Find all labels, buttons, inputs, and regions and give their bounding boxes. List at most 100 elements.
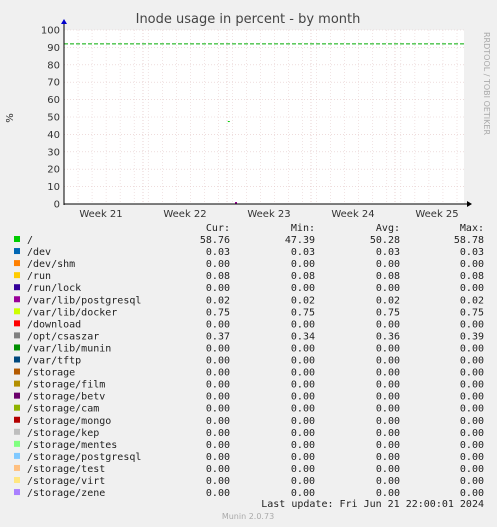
y-tick-label: 90: [47, 43, 60, 54]
legend-value-cur: 0.37: [206, 331, 230, 342]
x-tick-label: Week 23: [247, 209, 290, 220]
legend-series-name: /opt/csaszar: [27, 331, 99, 342]
legend-value-cur: 58.76: [200, 235, 230, 246]
legend-value-max: 0.00: [460, 476, 484, 487]
legend-header: Min:: [291, 223, 315, 234]
legend-series-name: /storage/film: [27, 380, 105, 391]
legend-value-avg: 0.00: [376, 392, 400, 403]
legend: Cur: Min: Avg: Max: / 58.76 47.39 50.28 58.78/de…: [14, 223, 484, 499]
legend-swatch: [14, 392, 20, 399]
legend-swatch: [14, 320, 20, 327]
legend-value-min: 0.00: [291, 488, 315, 499]
legend-swatch: [14, 356, 20, 363]
legend-value-min: 0.00: [291, 428, 315, 439]
legend-swatch: [14, 344, 20, 351]
legend-header: Cur:: [206, 223, 230, 234]
legend-value-min: 0.08: [291, 271, 315, 282]
x-tick-label: Week 21: [79, 209, 122, 220]
legend-series-name: /run: [27, 271, 51, 282]
legend-value-min: 0.00: [291, 452, 315, 463]
legend-series-name: /var/lib/docker: [27, 307, 117, 318]
legend-value-cur: 0.75: [206, 307, 230, 318]
legend-value-min: 0.75: [291, 307, 315, 318]
legend-value-avg: 0.03: [376, 247, 400, 258]
legend-swatch: [14, 416, 20, 423]
legend-swatch: [14, 404, 20, 411]
legend-swatch: [14, 284, 20, 291]
legend-value-cur: 0.00: [206, 440, 230, 451]
legend-value-avg: 0.00: [376, 343, 400, 354]
munin-version: Munin 2.0.73: [222, 512, 274, 521]
legend-value-avg: 0.00: [376, 476, 400, 487]
y-tick-label: 40: [47, 130, 60, 141]
legend-value-max: 0.00: [460, 343, 484, 354]
y-tick-label: 80: [47, 60, 60, 71]
rrdtool-side-label: RRDTOOL / TOBI OETIKER: [482, 32, 491, 135]
legend-value-min: 47.39: [285, 235, 315, 246]
legend-value-cur: 0.00: [206, 488, 230, 499]
legend-value-max: 0.75: [460, 307, 484, 318]
legend-value-max: 0.00: [460, 488, 484, 499]
legend-value-cur: 0.00: [206, 343, 230, 354]
y-tick-label: 60: [47, 95, 60, 106]
x-axis-arrow: [467, 201, 472, 207]
legend-value-avg: 0.00: [376, 368, 400, 379]
legend-series-name: /var/lib/munin: [27, 343, 111, 354]
y-tick-label: 30: [47, 147, 60, 158]
legend-value-max: 58.78: [454, 235, 484, 246]
legend-series-name: /dev: [27, 247, 51, 258]
legend-value-avg: 0.00: [376, 404, 400, 415]
legend-swatch: [14, 332, 20, 339]
legend-value-cur: 0.00: [206, 392, 230, 403]
legend-value-max: 0.39: [460, 331, 484, 342]
legend-header: Max:: [460, 223, 484, 234]
plot-area: 0 10 20 30 40 50 60 70 80 90 100 Week 21 Week 22 Week…: [41, 19, 472, 220]
legend-value-min: 0.03: [291, 247, 315, 258]
legend-value-avg: 0.00: [376, 452, 400, 463]
legend-value-max: 0.03: [460, 247, 484, 258]
legend-value-cur: 0.00: [206, 476, 230, 487]
legend-value-avg: 0.00: [376, 488, 400, 499]
legend-value-avg: 0.36: [376, 331, 400, 342]
legend-value-min: 0.00: [291, 476, 315, 487]
legend-value-max: 0.00: [460, 428, 484, 439]
legend-value-min: 0.00: [291, 343, 315, 354]
legend-series-name: /storage/virt: [27, 476, 105, 487]
legend-series-name: /var/lib/postgresql: [27, 295, 141, 306]
legend-value-min: 0.00: [291, 319, 315, 330]
y-tick-label: 20: [47, 165, 60, 176]
legend-value-max: 0.00: [460, 452, 484, 463]
legend-series-name: /storage/mongo: [27, 416, 111, 427]
legend-series-name: /run/lock: [27, 283, 81, 294]
y-tick-label: 10: [47, 182, 60, 193]
legend-value-max: 0.08: [460, 271, 484, 282]
legend-series-name: /storage/test: [27, 464, 105, 475]
legend-series-name: /storage/cam: [27, 404, 99, 415]
legend-swatch: [14, 428, 20, 435]
legend-value-min: 0.00: [291, 380, 315, 391]
legend-value-avg: 0.75: [376, 307, 400, 318]
y-tick-label: 100: [41, 26, 60, 37]
legend-value-cur: 0.03: [206, 247, 230, 258]
legend-value-avg: 0.00: [376, 283, 400, 294]
legend-value-max: 0.00: [460, 380, 484, 391]
x-tick-label: Week 25: [415, 209, 458, 220]
legend-value-max: 0.02: [460, 295, 484, 306]
legend-value-avg: 0.00: [376, 380, 400, 391]
legend-value-cur: 0.00: [206, 404, 230, 415]
legend-value-max: 0.00: [460, 392, 484, 403]
legend-series-name: /: [27, 235, 33, 246]
legend-value-avg: 0.00: [376, 259, 400, 270]
legend-value-min: 0.00: [291, 259, 315, 270]
legend-swatch: [14, 308, 20, 315]
y-tick-label: 50: [47, 113, 60, 124]
legend-series-name: /var/tftp: [27, 356, 81, 367]
legend-swatch: [14, 489, 20, 496]
legend-swatch: [14, 380, 20, 387]
x-tick-label: Week 24: [331, 209, 374, 220]
legend-value-max: 0.00: [460, 404, 484, 415]
legend-swatch: [14, 464, 20, 471]
legend-value-cur: 0.00: [206, 416, 230, 427]
legend-value-min: 0.00: [291, 368, 315, 379]
legend-swatch: [14, 236, 20, 242]
